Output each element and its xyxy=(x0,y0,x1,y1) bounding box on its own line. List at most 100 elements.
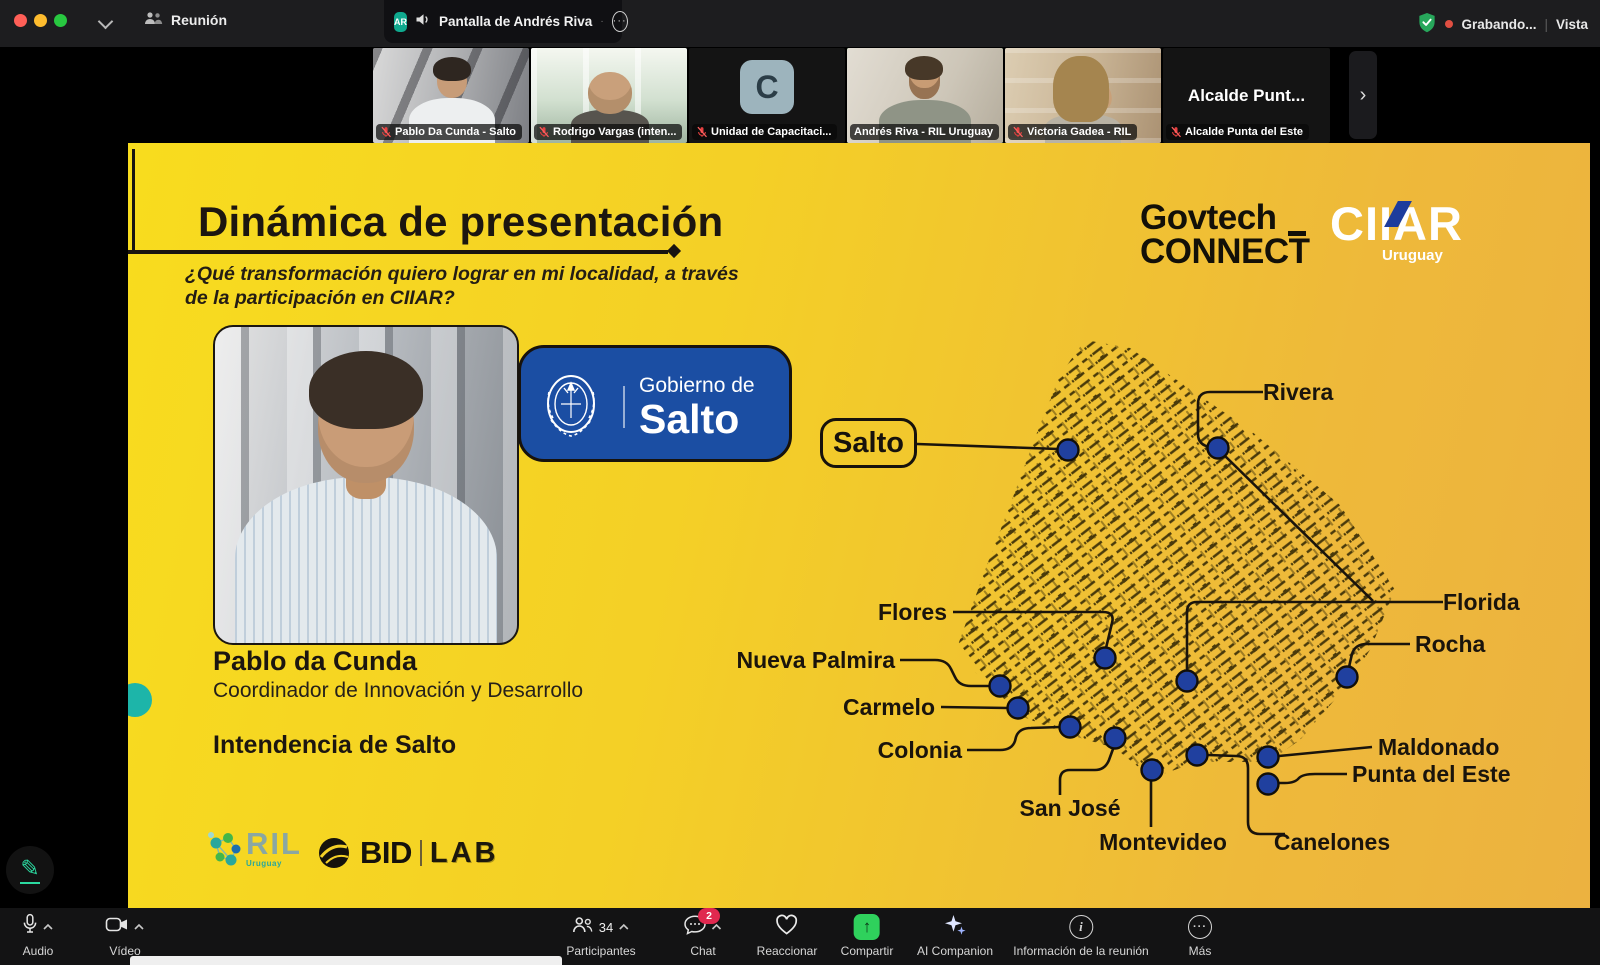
speaker-role: Coordinador de Innovación y Desarrollo xyxy=(213,679,583,703)
city-dot xyxy=(1105,728,1126,749)
recording-label[interactable]: Grabando... xyxy=(1461,17,1536,32)
city-label: San José xyxy=(1020,795,1121,821)
city-connector-line xyxy=(953,612,1113,648)
subtitle-line-2: de la participación en CIIAR? xyxy=(185,286,739,310)
map-city-san-josé: San José xyxy=(1020,728,1126,822)
participant-name-label: Rodrigo Vargas (inten... xyxy=(534,124,682,140)
photo-hair xyxy=(309,351,423,429)
city-connector-line xyxy=(1349,644,1410,667)
ril-molecule-icon xyxy=(204,829,246,873)
participants-button[interactable]: 34Participantes xyxy=(566,914,635,958)
tab-separator: · xyxy=(600,16,603,27)
city-label: Carmelo xyxy=(843,694,935,720)
sparkle-icon xyxy=(943,913,967,942)
shared-screen-slide: RiveraFloresFloridaRochaNueva PalmiraCar… xyxy=(128,143,1590,908)
participant-tile[interactable]: Rodrigo Vargas (inten... xyxy=(531,48,687,143)
city-dot xyxy=(1208,438,1229,459)
close-window-button[interactable] xyxy=(14,14,27,27)
info-icon: i xyxy=(1069,915,1093,939)
ai-button[interactable]: AI Companion xyxy=(917,914,993,958)
shield-icon xyxy=(1417,12,1437,36)
city-label: Rivera xyxy=(1263,379,1334,405)
participant-tile[interactable]: Alcalde Punt...Alcalde Punta del Este xyxy=(1163,48,1330,143)
chat-label: Chat xyxy=(690,944,715,958)
tab-more-icon[interactable]: ··· xyxy=(612,11,628,32)
speaker-organization: Intendencia de Salto xyxy=(213,731,456,760)
logo-divider xyxy=(420,840,422,866)
people-icon xyxy=(573,916,594,938)
participant-name: Pablo Da Cunda - Salto xyxy=(395,126,516,138)
participant-tile[interactable]: Pablo Da Cunda - Salto xyxy=(373,48,529,143)
speaker-photo xyxy=(213,325,519,645)
bid-globe-icon xyxy=(316,835,352,871)
view-menu[interactable]: Vista xyxy=(1556,17,1588,32)
govtech-underscore xyxy=(1288,231,1306,236)
map-city-montevideo: Montevideo xyxy=(1099,760,1227,856)
mic-icon xyxy=(23,913,38,941)
city-connector-line xyxy=(900,660,990,686)
photo-shirt xyxy=(235,477,497,645)
circuit-board-shape xyxy=(958,340,1395,778)
underline-diamond xyxy=(667,244,681,258)
person-hair xyxy=(1053,56,1109,122)
strip-next-button[interactable]: › xyxy=(1349,51,1377,139)
gobierno-de-salto-badge: Gobierno de Salto xyxy=(518,345,792,462)
chevron-up-icon[interactable] xyxy=(43,923,54,931)
info-button[interactable]: iInformación de la reunión xyxy=(1013,914,1148,958)
salto-coat-of-arms xyxy=(539,362,603,450)
shared-screen-title: Pantalla de Andrés Riva xyxy=(439,14,592,29)
participant-tile[interactable]: Victoria Gadea - RIL xyxy=(1005,48,1161,143)
lab-logo-text: LAB xyxy=(430,837,499,870)
city-connector-line xyxy=(1279,747,1372,756)
ril-logo-text: RIL xyxy=(246,829,302,859)
meeting-menu-label: Reunión xyxy=(171,12,227,28)
participant-tile[interactable]: CUnidad de Capacitaci... xyxy=(689,48,845,143)
zoom-window-button[interactable] xyxy=(54,14,67,27)
participant-name: Alcalde Punta del Este xyxy=(1185,126,1303,138)
chevron-up-icon[interactable] xyxy=(618,923,629,931)
minimize-window-button[interactable] xyxy=(34,14,47,27)
participant-tile[interactable]: Andrés Riva - RIL Uruguay xyxy=(847,48,1003,143)
chevron-up-icon[interactable] xyxy=(711,923,722,931)
city-connector-line xyxy=(1060,749,1113,795)
participant-name-label: Pablo Da Cunda - Salto xyxy=(376,124,522,140)
annotate-button[interactable]: ✎ xyxy=(6,846,54,894)
share-button[interactable]: ↑Compartir xyxy=(841,914,894,958)
city-connector-line xyxy=(941,707,1008,708)
title-underline xyxy=(128,250,668,254)
participant-name-label: Andrés Riva - RIL Uruguay xyxy=(850,124,999,140)
audio-button[interactable]: Audio xyxy=(23,914,54,958)
map-city-colonia: Colonia xyxy=(878,717,1081,764)
city-dot xyxy=(1177,671,1198,692)
city-connector-line xyxy=(1187,602,1443,671)
participant-count: 34 xyxy=(599,920,613,935)
react-button[interactable]: Reaccionar xyxy=(757,914,818,958)
city-dot xyxy=(1258,747,1279,768)
city-dot xyxy=(1008,698,1029,719)
recording-status: Grabando... | Vista xyxy=(1417,12,1588,36)
bid-lab-logo: BID LAB xyxy=(316,835,499,871)
map-city-florida: Florida xyxy=(1177,589,1520,692)
muted-mic-icon xyxy=(380,126,392,138)
chevron-up-icon[interactable] xyxy=(134,923,145,931)
chevron-down-icon[interactable] xyxy=(98,14,114,30)
background-window-edge xyxy=(130,956,562,965)
city-connector-line xyxy=(967,727,1060,750)
more-button[interactable]: ···Más xyxy=(1188,914,1212,958)
participant-name-label: Victoria Gadea - RIL xyxy=(1008,124,1137,140)
map-city-canelones: Canelones xyxy=(1187,745,1391,856)
city-dot xyxy=(1337,667,1358,688)
window-titlebar: Reunión AR Pantalla de Andrés Riva · ···… xyxy=(0,0,1600,47)
govtech-line2: CONNECT xyxy=(1140,235,1310,269)
more-icon: ··· xyxy=(1188,915,1212,939)
bid-logo-text: BID xyxy=(360,835,412,871)
chat-button[interactable]: 2Chat xyxy=(684,914,722,958)
video-button[interactable]: Vídeo xyxy=(106,914,145,958)
city-label: Florida xyxy=(1443,589,1520,615)
map-city-nueva-palmira: Nueva Palmira xyxy=(736,647,1010,697)
map-city-rocha: Rocha xyxy=(1337,631,1486,688)
shared-screen-tab[interactable]: AR Pantalla de Andrés Riva · ··· xyxy=(384,0,622,43)
city-label: Colonia xyxy=(878,737,963,763)
meeting-menu[interactable]: Reunión xyxy=(144,11,227,28)
ciiar-logo-subtext: Uruguay xyxy=(1382,247,1443,264)
